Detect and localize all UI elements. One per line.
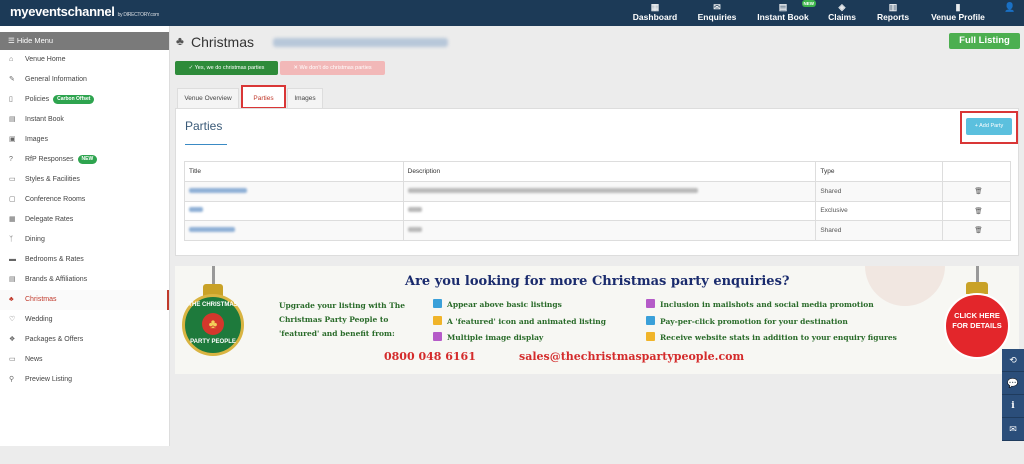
santa-background-image [865,266,945,306]
feature-item: Inclusion in mailshots and social media … [646,299,874,309]
party-description [402,200,817,221]
delete-icon[interactable]: 🗑 [942,220,1011,241]
column-actions [942,161,1011,182]
column-description: Description [402,161,817,182]
click-here-button[interactable]: CLICK HERE FOR DETAILS [944,293,1010,359]
party-description [402,220,817,241]
table-row: Exclusive 🗑 [184,200,1011,221]
gift-icon [646,316,655,325]
gift-icon [646,332,655,341]
feature-item: Appear above basic listings [433,299,562,309]
party-title-link[interactable] [184,200,404,221]
party-type: Shared [815,220,944,241]
heading-underline [185,144,227,145]
tree-icon: ♣ [202,313,224,335]
party-type: Shared [815,181,944,202]
gift-icon [646,299,655,308]
feature-item: Receive website stats in addition to you… [646,332,897,342]
gift-icon [433,316,442,325]
banner-phone[interactable]: 0800 048 6161 [384,350,476,363]
parties-panel: Parties + Add Party Title Description Ty… [175,108,1019,256]
column-title: Title [184,161,404,182]
party-type: Exclusive [815,200,944,221]
christmas-party-people-logo: THE CHRISTMAS ♣ PARTY PEOPLE [182,294,244,356]
parties-heading: Parties [185,119,223,133]
floating-toolbar: ⟲ 💬 i ✉ [1002,349,1024,441]
party-title-link[interactable] [184,181,404,202]
banner-lead-text: Upgrade your listing with The Christmas … [279,301,406,338]
party-description [402,181,817,202]
banner-headline: Are you looking for more Christmas party… [405,274,790,289]
party-title-link[interactable] [184,220,404,241]
delete-icon[interactable]: 🗑 [942,200,1011,221]
feature-item: Pay-per-click promotion for your destina… [646,316,848,326]
history-icon[interactable]: ⟲ [1002,349,1024,372]
add-party-button[interactable]: + Add Party [966,118,1012,135]
delete-icon[interactable]: 🗑 [942,181,1011,202]
column-type: Type [815,161,944,182]
table-row: Shared 🗑 [184,220,1011,241]
banner-email[interactable]: sales@thechristmaspartypeople.com [519,350,744,363]
chat-icon[interactable]: 💬 [1002,372,1024,395]
feature-item: A 'featured' icon and animated listing [433,316,606,326]
gift-icon [433,299,442,308]
feature-item: Multiple image display [433,332,543,342]
info-icon[interactable]: i [1002,395,1024,418]
parties-table: Title Description Type Shared 🗑 Exclusiv… [184,161,1011,241]
gift-icon [433,332,442,341]
table-row: Shared 🗑 [184,181,1011,202]
mail-icon[interactable]: ✉ [1002,418,1024,441]
christmas-party-banner[interactable]: THE CHRISTMAS ♣ PARTY PEOPLE Are you loo… [175,266,1019,374]
